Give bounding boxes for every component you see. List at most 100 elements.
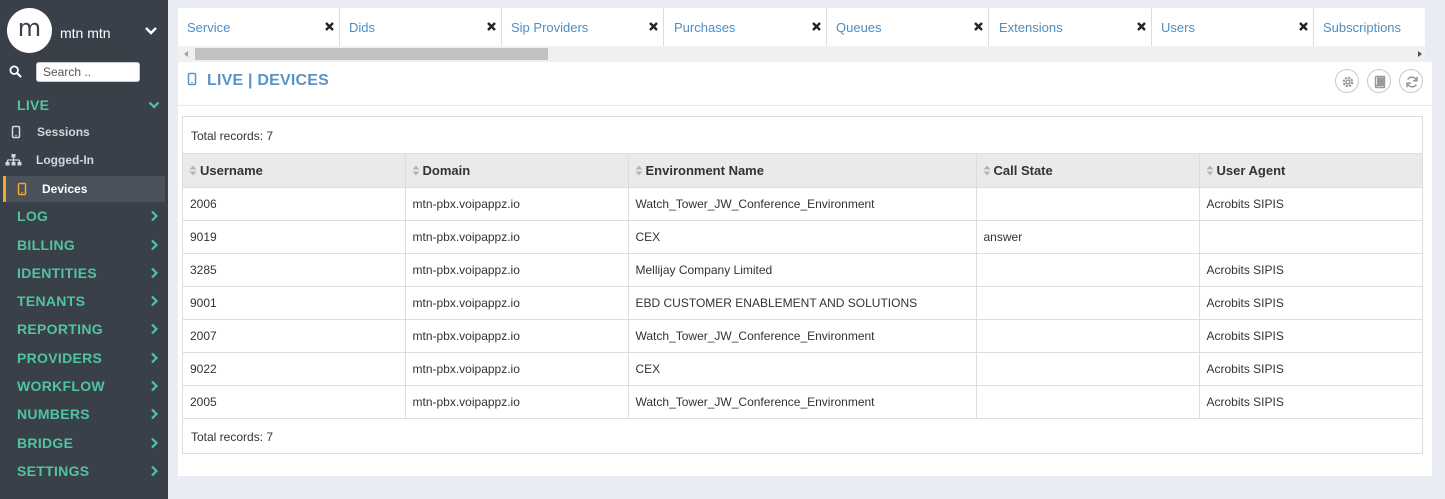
sidebar-item-devices[interactable]: Devices <box>3 176 165 202</box>
close-icon[interactable] <box>973 21 984 32</box>
tab-label: Service <box>187 20 231 35</box>
table-row[interactable]: 2005 mtn-pbx.voipappz.io Watch_Tower_JW_… <box>183 385 1422 419</box>
column-label: Environment Name <box>645 163 764 178</box>
chevron-right-icon <box>151 380 159 392</box>
chevron-right-icon <box>151 239 159 251</box>
close-icon[interactable] <box>324 21 335 32</box>
cell-call-state <box>975 253 1200 287</box>
profile-name[interactable]: mtn mtn <box>60 25 111 41</box>
cell-domain: mtn-pbx.voipappz.io <box>404 319 629 353</box>
tab-subscriptions[interactable]: Subscriptions <box>1314 8 1425 46</box>
cell-environment-name: CEX <box>627 352 977 386</box>
tab-dids[interactable]: Dids <box>340 8 502 46</box>
close-icon[interactable] <box>811 21 822 32</box>
refresh-button[interactable] <box>1399 69 1423 93</box>
tab-sip-providers[interactable]: Sip Providers <box>502 8 664 46</box>
cell-call-state <box>975 385 1200 419</box>
column-header-environment-name[interactable]: Environment Name <box>627 153 977 188</box>
close-icon[interactable] <box>648 21 659 32</box>
sidebar-section-label: IDENTITIES <box>17 265 98 281</box>
column-header-user-agent[interactable]: User Agent <box>1198 153 1422 188</box>
scroll-thumb[interactable] <box>195 48 548 60</box>
sidebar-section-reporting[interactable]: REPORTING <box>0 319 168 341</box>
chevron-right-icon <box>151 210 159 222</box>
sort-icon <box>635 165 642 176</box>
close-icon[interactable] <box>486 21 497 32</box>
sidebar-section-identities[interactable]: IDENTITIES <box>0 263 168 285</box>
sidebar-section-tenants[interactable]: TENANTS <box>0 291 168 313</box>
sidebar-section-billing[interactable]: BILLING <box>0 235 168 257</box>
tab-label: Purchases <box>674 20 736 35</box>
cell-domain: mtn-pbx.voipappz.io <box>404 220 629 254</box>
scroll-right-arrow[interactable] <box>1418 51 1422 57</box>
cell-call-state <box>975 319 1200 353</box>
cell-call-state <box>975 187 1200 221</box>
total-records: Total records: 7 <box>191 129 274 143</box>
cell-username: 3285 <box>183 253 406 287</box>
sidebar-item-label: Sessions <box>37 125 90 139</box>
cell-domain: mtn-pbx.voipappz.io <box>404 253 629 287</box>
sidebar-section-settings[interactable]: SETTINGS <box>0 461 168 483</box>
tab-queues[interactable]: Queues <box>827 8 989 46</box>
table-row[interactable]: 9019 mtn-pbx.voipappz.io CEX answer <box>183 220 1422 254</box>
devices-grid: Total records: 7 Username Domain Environ… <box>182 116 1423 454</box>
column-header-domain[interactable]: Domain <box>404 153 629 188</box>
table-row[interactable]: 9001 mtn-pbx.voipappz.io EBD CUSTOMER EN… <box>183 286 1422 320</box>
cell-call-state: answer <box>975 220 1200 254</box>
close-icon[interactable] <box>1298 21 1309 32</box>
sidebar-section-label: NUMBERS <box>17 406 90 422</box>
table-row[interactable]: 3285 mtn-pbx.voipappz.io Mellijay Compan… <box>183 253 1422 287</box>
table-row[interactable]: 2006 mtn-pbx.voipappz.io Watch_Tower_JW_… <box>183 187 1422 221</box>
tab-scrollbar[interactable] <box>178 46 1425 62</box>
docs-button[interactable] <box>1367 69 1391 93</box>
sidebar-section-label: LOG <box>17 208 49 224</box>
tab-extensions[interactable]: Extensions <box>990 8 1152 46</box>
sidebar-section-workflow[interactable]: WORKFLOW <box>0 376 168 398</box>
tab-service[interactable]: Service <box>178 8 340 46</box>
cell-domain: mtn-pbx.voipappz.io <box>404 286 629 320</box>
cell-domain: mtn-pbx.voipappz.io <box>404 187 629 221</box>
sidebar-section-label: BILLING <box>17 237 76 253</box>
settings-button[interactable] <box>1335 69 1359 93</box>
sitemap-icon <box>5 154 22 166</box>
chevron-right-icon <box>151 295 159 307</box>
tab-users[interactable]: Users <box>1152 8 1314 46</box>
tab-purchases[interactable]: Purchases <box>665 8 827 46</box>
gear-icon <box>1342 76 1354 88</box>
tab-label: Dids <box>349 20 376 35</box>
table-row[interactable]: 9022 mtn-pbx.voipappz.io CEX Acrobits SI… <box>183 352 1422 386</box>
cell-username: 2006 <box>183 187 406 221</box>
sidebar-section-providers[interactable]: PROVIDERS <box>0 348 168 370</box>
cell-user-agent: Acrobits SIPIS <box>1198 253 1422 287</box>
profile[interactable]: m mtn mtn <box>0 0 168 60</box>
cell-call-state <box>975 352 1200 386</box>
cell-username: 9022 <box>183 352 406 386</box>
cell-user-agent: Acrobits SIPIS <box>1198 187 1422 221</box>
cell-username: 2005 <box>183 385 406 419</box>
sidebar-item-logged-in[interactable]: Logged-In <box>0 147 168 173</box>
sort-icon <box>412 165 419 176</box>
sidebar-section-label: WORKFLOW <box>17 378 105 394</box>
close-icon[interactable] <box>1136 21 1147 32</box>
column-header-username[interactable]: Username <box>183 153 406 188</box>
tab-bar: Service Dids Sip Providers Purchases Que… <box>178 8 1425 46</box>
cell-user-agent: Acrobits SIPIS <box>1198 385 1422 419</box>
chevron-right-icon <box>151 323 159 335</box>
sidebar-section-log[interactable]: LOG <box>0 206 168 228</box>
chevron-down-icon[interactable] <box>144 24 158 38</box>
mobile-icon <box>17 182 27 196</box>
sidebar-section-bridge[interactable]: BRIDGE <box>0 433 168 455</box>
table-header-row: Username Domain Environment Name Call St… <box>183 153 1422 188</box>
panel-header: LIVE | DEVICES <box>178 62 1432 106</box>
avatar[interactable]: m <box>7 8 52 53</box>
scroll-left-arrow[interactable] <box>184 51 188 57</box>
sidebar-section-numbers[interactable]: NUMBERS <box>0 404 168 426</box>
sidebar-section-live[interactable]: LIVE <box>0 95 168 115</box>
search-input[interactable] <box>36 62 140 82</box>
column-label: Domain <box>422 163 471 178</box>
sidebar-item-sessions[interactable]: Sessions <box>0 119 168 145</box>
table-row[interactable]: 2007 mtn-pbx.voipappz.io Watch_Tower_JW_… <box>183 319 1422 353</box>
column-header-call-state[interactable]: Call State <box>975 153 1200 188</box>
cell-environment-name: CEX <box>627 220 977 254</box>
sidebar-section-label: SETTINGS <box>17 463 90 479</box>
